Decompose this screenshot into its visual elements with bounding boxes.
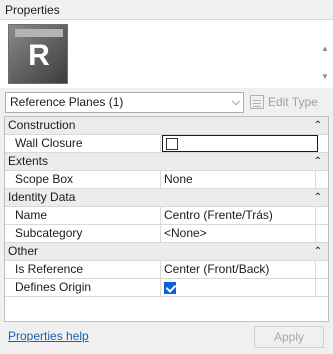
property-name: Scope Box — [5, 171, 161, 188]
logo-top-face — [15, 29, 63, 37]
type-selector-value: Reference Planes (1) — [10, 95, 124, 109]
defines-origin-checkbox[interactable] — [164, 282, 176, 294]
property-value[interactable]: Center (Front/Back) — [162, 261, 312, 278]
section-identity-data[interactable]: Identity Data ⌃ — [5, 189, 328, 207]
property-grid: Construction ⌃ Wall Closure Extents ⌃ Sc… — [4, 116, 329, 322]
property-value[interactable]: None — [162, 171, 312, 188]
type-preview: R ▲ ▼ — [0, 20, 333, 88]
section-other[interactable]: Other ⌃ — [5, 243, 328, 261]
properties-help-link[interactable]: Properties help — [8, 329, 89, 343]
property-row-scope-box[interactable]: Scope Box None — [5, 171, 328, 189]
property-row-is-reference[interactable]: Is Reference Center (Front/Back) — [5, 261, 328, 279]
row-edge — [315, 171, 328, 188]
row-edge — [315, 261, 328, 278]
collapse-icon[interactable]: ⌃ — [314, 189, 322, 206]
edit-type-button[interactable]: Edit Type — [250, 92, 318, 113]
chevron-down-icon[interactable]: ⌵ — [232, 93, 240, 112]
section-label: Identity Data — [8, 190, 76, 204]
collapse-icon[interactable]: ⌃ — [314, 117, 322, 134]
wall-closure-checkbox[interactable] — [166, 138, 178, 150]
scroll-up-icon[interactable]: ▲ — [321, 44, 329, 54]
wall-closure-value-cell[interactable] — [162, 135, 318, 152]
collapse-icon[interactable]: ⌃ — [314, 243, 322, 260]
apply-button[interactable]: Apply — [254, 326, 324, 348]
property-row-defines-origin[interactable]: Defines Origin — [5, 279, 328, 297]
edit-type-label: Edit Type — [268, 95, 318, 109]
row-edge — [315, 207, 328, 224]
property-name: Defines Origin — [5, 279, 161, 296]
logo-letter: R — [28, 39, 50, 72]
property-name: Name — [5, 207, 161, 224]
collapse-icon[interactable]: ⌃ — [314, 153, 322, 170]
panel-footer: Properties help Apply — [0, 322, 333, 354]
type-selector-dropdown[interactable]: Reference Planes (1) ⌵ — [5, 92, 244, 113]
revit-logo-icon: R — [8, 24, 68, 84]
property-row-wall-closure[interactable]: Wall Closure — [5, 135, 328, 153]
section-label: Construction — [8, 118, 76, 132]
property-value[interactable] — [162, 279, 312, 296]
property-value[interactable]: Centro (Frente/Trás) — [162, 207, 312, 224]
property-value[interactable]: <None> — [162, 225, 312, 242]
property-name: Is Reference — [5, 261, 161, 278]
row-edge — [315, 279, 328, 296]
section-construction[interactable]: Construction ⌃ — [5, 117, 328, 135]
edit-type-icon — [250, 95, 264, 109]
scroll-down-icon[interactable]: ▼ — [321, 72, 329, 82]
section-extents[interactable]: Extents ⌃ — [5, 153, 328, 171]
type-selector-row: Reference Planes (1) ⌵ Edit Type — [0, 92, 333, 114]
property-name: Subcategory — [5, 225, 161, 242]
property-name: Wall Closure — [5, 135, 161, 152]
section-label: Extents — [8, 154, 49, 168]
property-row-subcategory[interactable]: Subcategory <None> — [5, 225, 328, 243]
property-row-name[interactable]: Name Centro (Frente/Trás) — [5, 207, 328, 225]
row-edge — [315, 225, 328, 242]
panel-title: Properties — [0, 0, 333, 20]
section-label: Other — [8, 244, 39, 258]
